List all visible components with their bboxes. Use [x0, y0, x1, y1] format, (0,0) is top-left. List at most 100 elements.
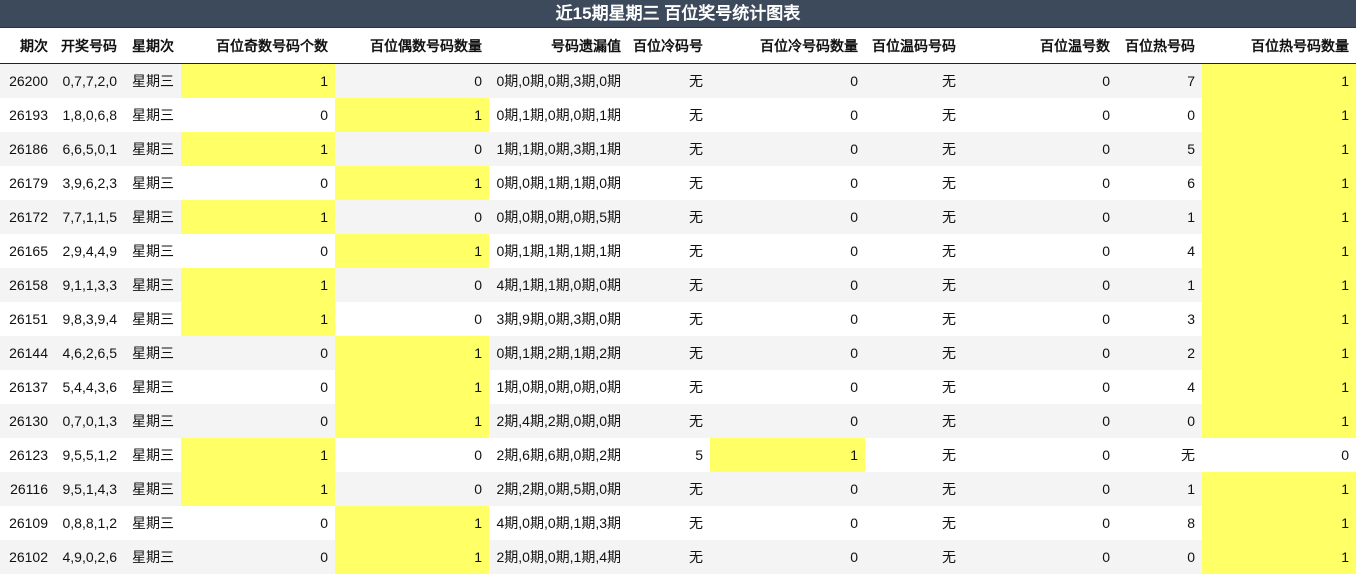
cell-hot-number: 3: [1117, 302, 1202, 336]
cell-miss-values: 1期,0期,0期,0期,0期: [489, 370, 628, 404]
cell-cold-count: 0: [710, 404, 865, 438]
cell-cold-number: 无: [628, 98, 710, 132]
cell-miss-values: 0期,1期,2期,1期,2期: [489, 336, 628, 370]
cell-issue: 26116: [0, 472, 55, 506]
cell-even-count: 1: [335, 336, 489, 370]
cell-even-count: 1: [335, 506, 489, 540]
column-header-cold-number: 百位冷码号: [628, 28, 710, 64]
cell-weekday: 星期三: [124, 438, 181, 472]
cell-miss-values: 4期,0期,0期,1期,3期: [489, 506, 628, 540]
cell-hot-number: 0: [1117, 540, 1202, 574]
cell-warm-count: 0: [963, 268, 1117, 302]
cell-draw-numbers: 1,8,0,6,8: [55, 98, 124, 132]
cell-weekday: 星期三: [124, 200, 181, 234]
cell-draw-numbers: 7,7,1,1,5: [55, 200, 124, 234]
cell-even-count: 0: [335, 132, 489, 166]
cell-warm-number: 无: [865, 472, 963, 506]
cell-weekday: 星期三: [124, 132, 181, 166]
cell-hot-count: 1: [1202, 506, 1356, 540]
cell-odd-count: 1: [181, 132, 335, 166]
cell-weekday: 星期三: [124, 506, 181, 540]
cell-warm-count: 0: [963, 506, 1117, 540]
cell-warm-count: 0: [963, 438, 1117, 472]
cell-cold-number: 无: [628, 268, 710, 302]
cell-odd-count: 0: [181, 370, 335, 404]
cell-odd-count: 0: [181, 98, 335, 132]
cell-even-count: 0: [335, 472, 489, 506]
cell-miss-values: 2期,6期,6期,0期,2期: [489, 438, 628, 472]
cell-even-count: 1: [335, 98, 489, 132]
cell-hot-count: 1: [1202, 472, 1356, 506]
cell-hot-number: 无: [1117, 438, 1202, 472]
cell-even-count: 0: [335, 438, 489, 472]
column-header-warm-count: 百位温号数: [963, 28, 1117, 64]
cell-warm-count: 0: [963, 63, 1117, 98]
table-row: 26130 0,7,0,1,3 星期三 0 1 2期,4期,2期,0期,0期无 0 无 0 0 1: [0, 404, 1356, 438]
cell-warm-number: 无: [865, 234, 963, 268]
cell-warm-number: 无: [865, 438, 963, 472]
cell-cold-count: 0: [710, 63, 865, 98]
cell-weekday: 星期三: [124, 336, 181, 370]
cell-draw-numbers: 0,7,0,1,3: [55, 404, 124, 438]
table-row: 26144 4,6,2,6,5 星期三 0 1 0期,1期,2期,1期,2期无 0 无 0 2 1: [0, 336, 1356, 370]
cell-even-count: 1: [335, 166, 489, 200]
cell-miss-values: 2期,4期,2期,0期,0期: [489, 404, 628, 438]
table-row: 26200 0,7,7,2,0 星期三 1 0 0期,0期,0期,3期,0期无 0 无 0 7 1: [0, 63, 1356, 98]
table-row: 26109 0,8,8,1,2 星期三 0 1 4期,0期,0期,1期,3期无 0 无 0 8 1: [0, 506, 1356, 540]
cell-cold-count: 0: [710, 540, 865, 574]
cell-draw-numbers: 9,5,1,4,3: [55, 472, 124, 506]
cell-warm-number: 无: [865, 404, 963, 438]
cell-miss-values: 1期,1期,0期,3期,1期: [489, 132, 628, 166]
cell-cold-count: 0: [710, 370, 865, 404]
cell-draw-numbers: 0,8,8,1,2: [55, 506, 124, 540]
cell-weekday: 星期三: [124, 404, 181, 438]
table-row: 26172 7,7,1,1,5 星期三 1 0 0期,0期,0期,0期,5期无 0 无 0 1 1: [0, 200, 1356, 234]
cell-weekday: 星期三: [124, 98, 181, 132]
cell-weekday: 星期三: [124, 472, 181, 506]
cell-weekday: 星期三: [124, 234, 181, 268]
column-header-hot-number: 百位热号码: [1117, 28, 1202, 64]
cell-cold-count: 0: [710, 302, 865, 336]
cell-miss-values: 0期,1期,1期,1期,1期: [489, 234, 628, 268]
column-header-odd-count: 百位奇数号码个数: [181, 28, 335, 64]
column-header-weekday: 星期次: [124, 28, 181, 64]
cell-odd-count: 1: [181, 302, 335, 336]
table-row: 26165 2,9,4,4,9 星期三 0 1 0期,1期,1期,1期,1期无 0 无 0 4 1: [0, 234, 1356, 268]
cell-cold-count: 0: [710, 506, 865, 540]
cell-issue: 26130: [0, 404, 55, 438]
cell-odd-count: 1: [181, 200, 335, 234]
cell-warm-count: 0: [963, 370, 1117, 404]
column-header-warm-number: 百位温码号码: [865, 28, 963, 64]
cell-cold-number: 无: [628, 200, 710, 234]
cell-issue: 26193: [0, 98, 55, 132]
table-body: 26200 0,7,7,2,0 星期三 1 0 0期,0期,0期,3期,0期无 0 无 0 7 1 2…: [0, 63, 1356, 574]
cell-hot-number: 8: [1117, 506, 1202, 540]
cell-hot-count: 1: [1202, 302, 1356, 336]
cell-odd-count: 0: [181, 404, 335, 438]
cell-hot-count: 1: [1202, 268, 1356, 302]
cell-warm-number: 无: [865, 336, 963, 370]
cell-weekday: 星期三: [124, 302, 181, 336]
cell-miss-values: 3期,9期,0期,3期,0期: [489, 302, 628, 336]
cell-odd-count: 0: [181, 234, 335, 268]
table-row: 26179 3,9,6,2,3 星期三 0 1 0期,0期,1期,1期,0期无 0 无 0 6 1: [0, 166, 1356, 200]
cell-warm-count: 0: [963, 302, 1117, 336]
cell-warm-number: 无: [865, 132, 963, 166]
cell-hot-count: 1: [1202, 336, 1356, 370]
cell-draw-numbers: 2,9,4,4,9: [55, 234, 124, 268]
cell-cold-number: 无: [628, 404, 710, 438]
cell-cold-number: 无: [628, 63, 710, 98]
column-header-draw-numbers: 开奖号码: [55, 28, 124, 64]
cell-even-count: 0: [335, 302, 489, 336]
cell-odd-count: 0: [181, 336, 335, 370]
cell-miss-values: 0期,0期,1期,1期,0期: [489, 166, 628, 200]
cell-even-count: 1: [335, 234, 489, 268]
cell-cold-count: 0: [710, 472, 865, 506]
cell-hot-number: 4: [1117, 234, 1202, 268]
cell-issue: 26158: [0, 268, 55, 302]
cell-cold-number: 无: [628, 132, 710, 166]
cell-hot-count: 1: [1202, 370, 1356, 404]
cell-warm-count: 0: [963, 234, 1117, 268]
cell-cold-number: 无: [628, 370, 710, 404]
cell-even-count: 0: [335, 268, 489, 302]
